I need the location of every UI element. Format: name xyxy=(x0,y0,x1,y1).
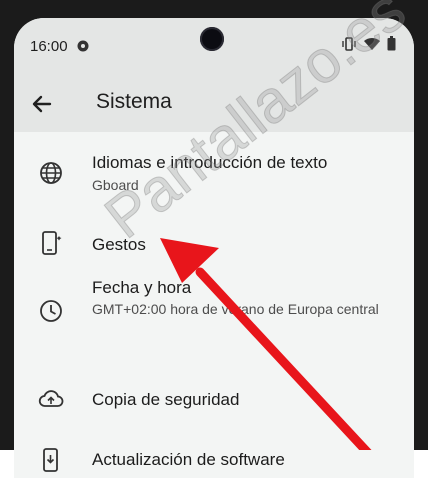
list-item-label: Gestos xyxy=(92,235,146,254)
gesture-phone-icon xyxy=(38,230,64,256)
list-item-sub: GMT+02:00 hora de verano de Europa centr… xyxy=(92,301,379,317)
system-update-icon xyxy=(38,447,64,473)
front-camera xyxy=(200,27,224,51)
globe-icon xyxy=(38,160,64,186)
list-item-backup[interactable]: Copia de seguridad xyxy=(14,369,414,427)
list-item-label: Actualización de software xyxy=(92,450,285,469)
list-item-label: Copia de seguridad xyxy=(92,390,240,409)
list-item-label: Fecha y hora xyxy=(92,278,192,297)
list-item-gestures[interactable]: Gestos xyxy=(14,216,414,274)
wifi-icon xyxy=(363,37,381,56)
arrow-back-icon[interactable] xyxy=(28,90,56,118)
list-item-label: Idiomas e introducción de texto xyxy=(92,153,328,172)
clock-icon xyxy=(38,298,64,324)
list-item-software-update[interactable]: Actualización de software xyxy=(14,427,414,478)
app-bar: Sistema xyxy=(14,76,414,132)
list-item-languages[interactable]: Idiomas e introducción de texto Gboard xyxy=(14,146,414,216)
message-icon xyxy=(76,39,90,58)
status-bar: 16:00 xyxy=(14,18,414,76)
battery-icon xyxy=(387,36,396,56)
list-item-sub: Gboard xyxy=(92,177,139,193)
cloud-upload-icon xyxy=(38,387,64,413)
list-item-date-time[interactable]: Fecha y hora GMT+02:00 hora de verano de… xyxy=(14,274,414,369)
page-title: Sistema xyxy=(96,90,172,113)
phone-screen: 16:00 Sistema Idiomas e introducción de … xyxy=(14,18,414,478)
status-time: 16:00 xyxy=(30,38,68,55)
vibrate-icon xyxy=(341,36,357,56)
